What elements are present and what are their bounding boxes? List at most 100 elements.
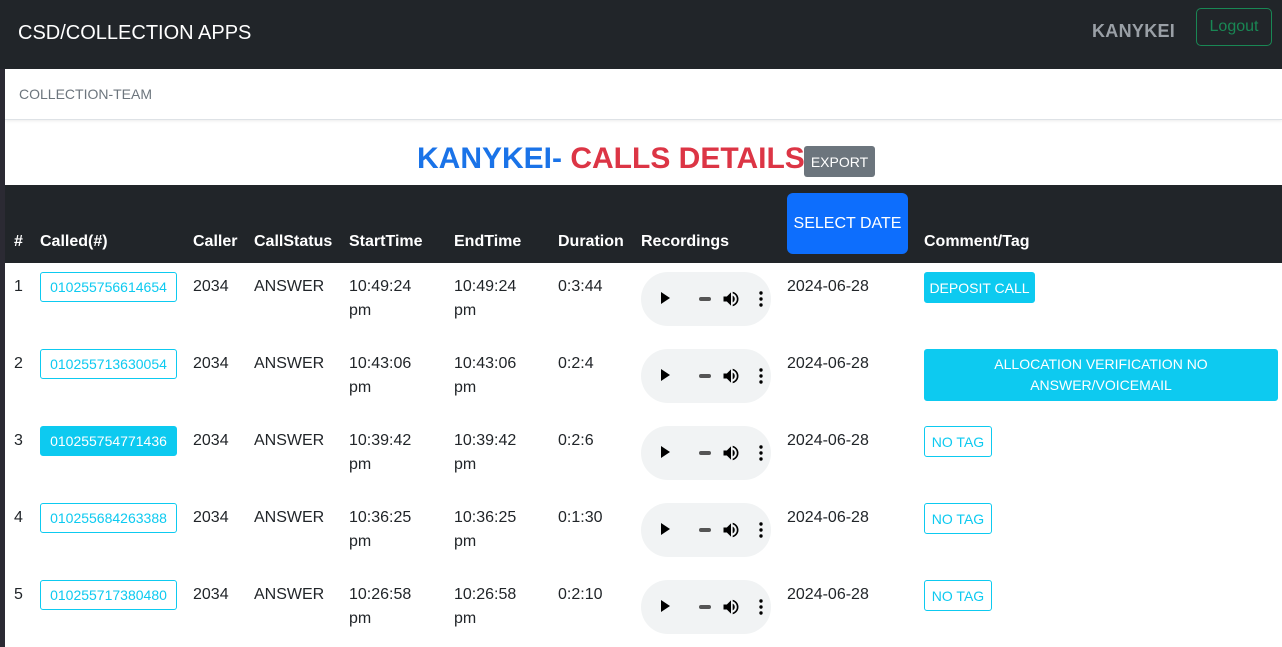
logout-button[interactable]: Logout bbox=[1196, 8, 1272, 46]
volume-icon[interactable] bbox=[721, 366, 741, 386]
seek-slider[interactable] bbox=[699, 297, 711, 301]
play-icon[interactable] bbox=[661, 600, 670, 612]
main-content: COLLECTION-TEAM KANYKEI- CALLS DETAILS E… bbox=[5, 69, 1282, 647]
col-header-called: Called(#) bbox=[40, 233, 108, 250]
called-number-button[interactable]: 010255717380480 bbox=[40, 580, 177, 610]
duration-cell: 0:3:44 bbox=[558, 278, 603, 295]
play-icon[interactable] bbox=[661, 523, 670, 535]
caller-cell: 2034 bbox=[193, 432, 229, 449]
duration-cell: 0:2:4 bbox=[558, 355, 594, 372]
page-title: KANYKEI- CALLS DETAILS bbox=[417, 142, 805, 176]
table-header: # Called(#) Caller CallStatus StartTime … bbox=[5, 185, 1282, 263]
row-num: 1 bbox=[14, 278, 23, 295]
start-time-value: 10:26:58 bbox=[349, 586, 412, 603]
end-time-cell: 10:39:42 pm bbox=[454, 429, 516, 477]
duration-cell: 0:2:10 bbox=[558, 586, 603, 603]
date-cell: 2024-06-28 bbox=[787, 432, 869, 449]
team-label[interactable]: COLLECTION-TEAM bbox=[19, 86, 152, 102]
row-num: 2 bbox=[14, 355, 23, 372]
comment-tag-button[interactable]: ALLOCATION VERIFICATION NO ANSWER/VOICEM… bbox=[924, 349, 1278, 401]
end-time-value: 10:26:58 bbox=[454, 586, 517, 603]
table-row: 1 010255756614654 2034 ANSWER 10:49:24 pm… bbox=[5, 263, 1282, 341]
start-time-cell: 10:26:58 pm bbox=[349, 583, 411, 631]
call-status-cell: ANSWER bbox=[254, 509, 325, 526]
start-time-value: 10:36:25 bbox=[349, 509, 412, 526]
comment-tag-button[interactable]: NO TAG bbox=[924, 503, 992, 534]
date-cell: 2024-06-28 bbox=[787, 355, 869, 372]
start-time-ampm: pm bbox=[349, 533, 372, 550]
end-time-value: 10:36:25 bbox=[454, 509, 517, 526]
play-icon[interactable] bbox=[661, 292, 670, 304]
end-time-cell: 10:43:06 pm bbox=[454, 352, 516, 400]
start-time-value: 10:49:24 bbox=[349, 278, 412, 295]
audio-player[interactable] bbox=[641, 580, 771, 634]
end-time-ampm: pm bbox=[454, 456, 477, 473]
team-subbar: COLLECTION-TEAM bbox=[5, 69, 1282, 120]
more-vert-icon[interactable] bbox=[759, 599, 763, 615]
start-time-cell: 10:43:06 pm bbox=[349, 352, 411, 400]
end-time-value: 10:49:24 bbox=[454, 278, 517, 295]
end-time-value: 10:39:42 bbox=[454, 432, 517, 449]
date-cell: 2024-06-28 bbox=[787, 509, 869, 526]
call-status-cell: ANSWER bbox=[254, 278, 325, 295]
col-header-duration: Duration bbox=[558, 233, 624, 250]
end-time-cell: 10:26:58 pm bbox=[454, 583, 516, 631]
audio-player[interactable] bbox=[641, 503, 771, 557]
start-time-ampm: pm bbox=[349, 302, 372, 319]
volume-icon[interactable] bbox=[721, 520, 741, 540]
call-status-cell: ANSWER bbox=[254, 586, 325, 603]
play-icon[interactable] bbox=[661, 446, 670, 458]
start-time-cell: 10:39:42 pm bbox=[349, 429, 411, 477]
more-vert-icon[interactable] bbox=[759, 445, 763, 461]
end-time-ampm: pm bbox=[454, 610, 477, 627]
username-label: KANYKEI bbox=[1092, 21, 1176, 41]
volume-icon[interactable] bbox=[721, 597, 741, 617]
col-header-comment-tag: Comment/Tag bbox=[924, 233, 1030, 250]
seek-slider[interactable] bbox=[699, 528, 711, 532]
seek-slider[interactable] bbox=[699, 451, 711, 455]
audio-player[interactable] bbox=[641, 272, 771, 326]
date-cell: 2024-06-28 bbox=[787, 278, 869, 295]
app-brand[interactable]: CSD/COLLECTION APPS bbox=[18, 22, 251, 45]
end-time-cell: 10:49:24 pm bbox=[454, 275, 516, 323]
row-num: 5 bbox=[14, 586, 23, 603]
play-icon[interactable] bbox=[661, 369, 670, 381]
col-header-starttime: StartTime bbox=[349, 233, 423, 250]
export-button[interactable]: EXPORT bbox=[804, 146, 875, 177]
audio-player[interactable] bbox=[641, 426, 771, 480]
audio-player[interactable] bbox=[641, 349, 771, 403]
col-header-num: # bbox=[14, 233, 23, 250]
more-vert-icon[interactable] bbox=[759, 368, 763, 384]
col-header-callstatus: CallStatus bbox=[254, 233, 333, 250]
start-time-cell: 10:36:25 pm bbox=[349, 506, 411, 554]
seek-slider[interactable] bbox=[699, 605, 711, 609]
comment-tag-button[interactable]: NO TAG bbox=[924, 426, 992, 457]
col-header-recordings: Recordings bbox=[641, 233, 730, 250]
more-vert-icon[interactable] bbox=[759, 291, 763, 307]
comment-tag-button[interactable]: DEPOSIT CALL bbox=[924, 272, 1035, 303]
page-title-user: KANYKEI- bbox=[417, 142, 563, 175]
row-num: 4 bbox=[14, 509, 23, 526]
caller-cell: 2034 bbox=[193, 278, 229, 295]
called-number-button[interactable]: 010255756614654 bbox=[40, 272, 177, 302]
end-time-cell: 10:36:25 pm bbox=[454, 506, 516, 554]
col-header-caller: Caller bbox=[193, 233, 238, 250]
more-vert-icon[interactable] bbox=[759, 522, 763, 538]
volume-icon[interactable] bbox=[721, 443, 741, 463]
end-time-ampm: pm bbox=[454, 379, 477, 396]
comment-tag-button[interactable]: NO TAG bbox=[924, 580, 992, 611]
seek-slider[interactable] bbox=[699, 374, 711, 378]
select-date-button[interactable]: SELECT DATE bbox=[787, 193, 908, 254]
volume-icon[interactable] bbox=[721, 289, 741, 309]
called-number-button[interactable]: 010255684263388 bbox=[40, 503, 177, 533]
called-number-button[interactable]: 010255754771436 bbox=[40, 426, 177, 456]
date-cell: 2024-06-28 bbox=[787, 586, 869, 603]
start-time-value: 10:43:06 bbox=[349, 355, 412, 372]
table-row: 4 010255684263388 2034 ANSWER 10:36:25 pm… bbox=[5, 494, 1282, 572]
called-number-button[interactable]: 010255713630054 bbox=[40, 349, 177, 379]
table-row: 2 010255713630054 2034 ANSWER 10:43:06 pm… bbox=[5, 340, 1282, 418]
table-row: 3 010255754771436 2034 ANSWER 10:39:42 pm… bbox=[5, 417, 1282, 495]
start-time-cell: 10:49:24 pm bbox=[349, 275, 411, 323]
start-time-value: 10:39:42 bbox=[349, 432, 412, 449]
end-time-ampm: pm bbox=[454, 533, 477, 550]
